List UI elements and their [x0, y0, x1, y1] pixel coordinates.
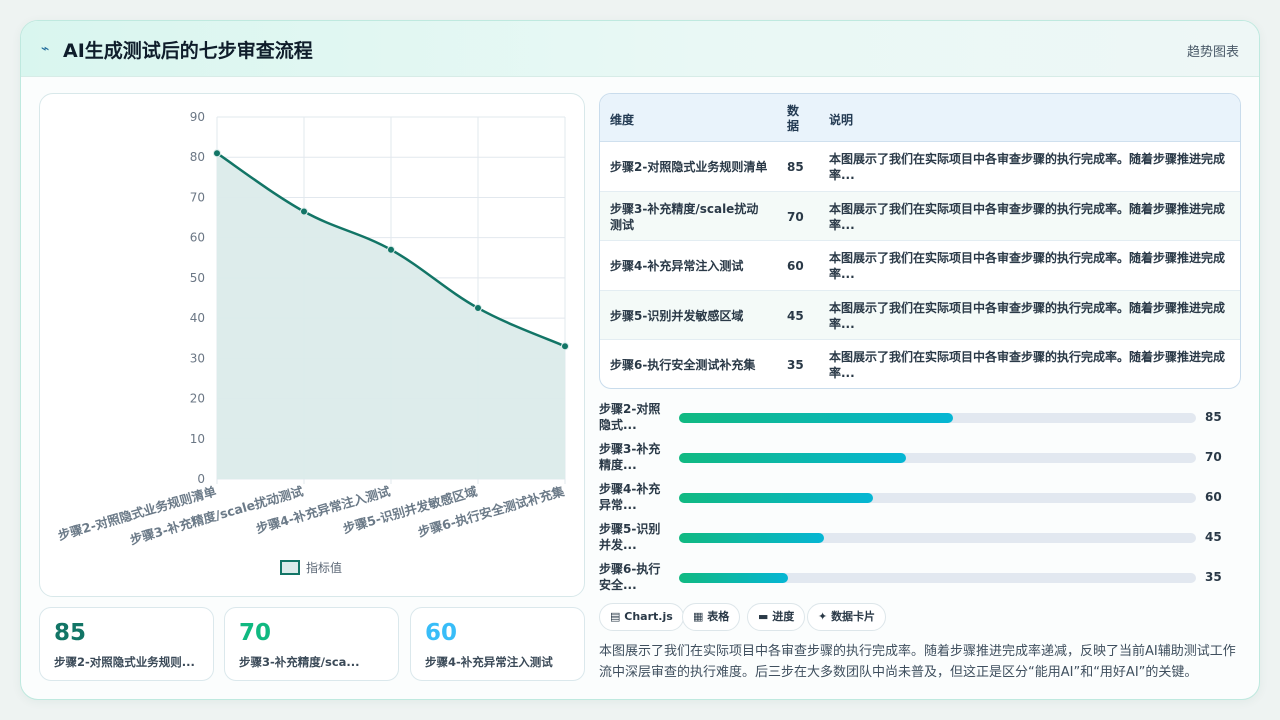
progress-row: 步骤6-执行安全... 35 [599, 559, 1241, 599]
header-note: 说明 [829, 113, 854, 127]
kpi-value: 60 [425, 620, 458, 646]
chip-progress[interactable]: ▬ 进度 [747, 603, 806, 631]
row-note: 本图展示了我们在实际项目中各审查步骤的执行完成率。随着步骤推进完成率... [829, 350, 1226, 380]
card-icon: ✦ [818, 610, 828, 623]
line-chart: 0102030405060708090步骤2-对照隐式业务规则清单步骤3-补充精… [56, 110, 569, 575]
row-dimension: 步骤3-补充精度/scale扰动测试 [610, 201, 759, 232]
progress-value: 45 [1205, 530, 1222, 544]
progress-fill [679, 413, 953, 423]
header-data: 数据 [787, 104, 800, 133]
row-value: 35 [787, 358, 804, 372]
progress-list: 步骤2-对照隐式... 85 步骤3-补充精度... 70 步骤4-补充异常..… [599, 399, 1241, 592]
table-row: 步骤3-补充精度/scale扰动测试 70 本图展示了我们在实际项目中各审查步骤… [600, 191, 1240, 241]
progress-fill [679, 493, 873, 503]
table-row: 步骤4-补充异常注入测试 60 本图展示了我们在实际项目中各审查步骤的执行完成率… [600, 241, 1240, 291]
table-header: 维度 数据 说明 [600, 94, 1240, 142]
progress-row: 步骤5-识别并发... 45 [599, 519, 1241, 559]
progress-value: 60 [1205, 490, 1222, 504]
data-point [213, 149, 221, 158]
chip-label: Chart.js [624, 610, 673, 623]
table-row: 步骤6-执行安全测试补充集 35 本图展示了我们在实际项目中各审查步骤的执行完成… [600, 340, 1240, 388]
legend-swatch [280, 560, 300, 575]
progress-row: 步骤2-对照隐式... 85 [599, 399, 1241, 439]
chip-table[interactable]: ▦ 表格 [682, 603, 741, 631]
kpi-card-2: 70 步骤3-补充精度/sca... [224, 607, 399, 681]
kpi-label: 步骤4-补充异常注入测试 [425, 655, 553, 669]
progress-value: 70 [1205, 450, 1222, 464]
progress-track [679, 533, 1196, 543]
data-point [561, 342, 569, 351]
chip-label: 表格 [707, 610, 730, 623]
progress-fill [679, 533, 824, 543]
header: ⌁ AI生成测试后的七步审查流程 趋势图表 [21, 21, 1259, 77]
chip-label: 进度 [772, 610, 795, 623]
kpi-value: 70 [239, 620, 272, 646]
kpi-value: 85 [54, 620, 87, 646]
dashboard-card: ⌁ AI生成测试后的七步审查流程 趋势图表 0 10 20 30 40 50 60 70 80 9… [20, 20, 1260, 700]
y-tick-label: 40 [190, 311, 205, 325]
progress-value: 85 [1205, 410, 1222, 424]
data-table: 维度 数据 说明 步骤2-对照隐式业务规则清单 85 本图展示了我们在实际项目中… [599, 93, 1241, 389]
y-tick-label: 20 [190, 392, 205, 406]
progress-label: 步骤6-执行安全... [599, 562, 661, 592]
progress-label: 步骤4-补充异常... [599, 482, 661, 512]
progress-track [679, 493, 1196, 503]
progress-label: 步骤3-补充精度... [599, 442, 661, 472]
table-row: 步骤5-识别并发敏感区域 45 本图展示了我们在实际项目中各审查步骤的执行完成率… [600, 290, 1240, 340]
chart-icon: ▤ [610, 610, 621, 623]
y-tick-label: 50 [190, 271, 205, 285]
progress-icon: ▬ [758, 610, 769, 623]
y-tick-label: 60 [190, 231, 205, 245]
y-tick-label: 0 [197, 472, 205, 486]
data-point [474, 304, 482, 313]
row-note: 本图展示了我们在实际项目中各审查步骤的执行完成率。随着步骤推进完成率... [829, 201, 1226, 232]
row-dimension: 步骤2-对照隐式业务规则清单 [610, 160, 768, 174]
row-dimension: 步骤4-补充异常注入测试 [610, 259, 744, 273]
kpi-label: 步骤2-对照隐式业务规则... [54, 655, 195, 669]
row-dimension: 步骤6-执行安全测试补充集 [610, 358, 756, 372]
chip-chartjs[interactable]: ▤ Chart.js [599, 603, 684, 631]
chip-label: 数据卡片 [831, 610, 876, 623]
progress-label: 步骤2-对照隐式... [599, 402, 661, 432]
progress-label: 步骤5-识别并发... [599, 522, 661, 552]
header-dimension: 维度 [610, 113, 635, 127]
row-value: 70 [787, 209, 804, 224]
progress-track [679, 453, 1196, 463]
y-tick-label: 10 [190, 432, 205, 446]
y-tick-label: 70 [190, 190, 205, 204]
table-icon: ▦ [693, 610, 704, 623]
row-note: 本图展示了我们在实际项目中各审查步骤的执行完成率。随着步骤推进完成率... [829, 152, 1226, 182]
row-note: 本图展示了我们在实际项目中各审查步骤的执行完成率。随着步骤推进完成率... [829, 251, 1226, 281]
kpi-card-1: 85 步骤2-对照隐式业务规则... [39, 607, 214, 681]
progress-track [679, 413, 1196, 423]
y-tick-label: 30 [190, 351, 205, 365]
row-dimension: 步骤5-识别并发敏感区域 [610, 308, 744, 323]
progress-row: 步骤4-补充异常... 60 [599, 479, 1241, 519]
progress-track [679, 573, 1196, 583]
progress-fill [679, 573, 788, 583]
data-point [300, 207, 308, 216]
progress-row: 步骤3-补充精度... 70 [599, 439, 1241, 479]
row-value: 85 [787, 160, 804, 174]
y-tick-label: 90 [190, 110, 205, 124]
data-point [387, 245, 395, 254]
progress-value: 35 [1205, 570, 1222, 584]
description-text: 本图展示了我们在实际项目中各审查步骤的执行完成率。随着步骤推进完成率递减，反映了… [599, 644, 1236, 680]
row-value: 45 [787, 308, 804, 323]
x-tick-label: 步骤6-执行安全测试补充集 [416, 483, 566, 539]
line-chart-panel: 0 10 20 30 40 50 60 70 80 90 步骤2-对照隐式业务规则清单 步骤3-补充精… [39, 93, 585, 597]
table-row: 步骤2-对照隐式业务规则清单 85 本图展示了我们在实际项目中各审查步骤的执行完… [600, 142, 1240, 192]
row-value: 60 [787, 259, 804, 273]
row-note: 本图展示了我们在实际项目中各审查步骤的执行完成率。随着步骤推进完成率... [829, 300, 1226, 331]
page-title: AI生成测试后的七步审查流程 [63, 40, 313, 62]
chart-spark-icon: ⌁ [41, 41, 50, 57]
chip-data-card[interactable]: ✦ 数据卡片 [807, 603, 887, 631]
chart-type-tag: 趋势图表 [1186, 45, 1239, 60]
kpi-card-3: 60 步骤4-补充异常注入测试 [410, 607, 585, 681]
y-tick-label: 80 [190, 150, 205, 164]
legend-label: 指标值 [306, 560, 342, 575]
kpi-label: 步骤3-补充精度/sca... [239, 655, 360, 669]
progress-fill [679, 453, 907, 463]
